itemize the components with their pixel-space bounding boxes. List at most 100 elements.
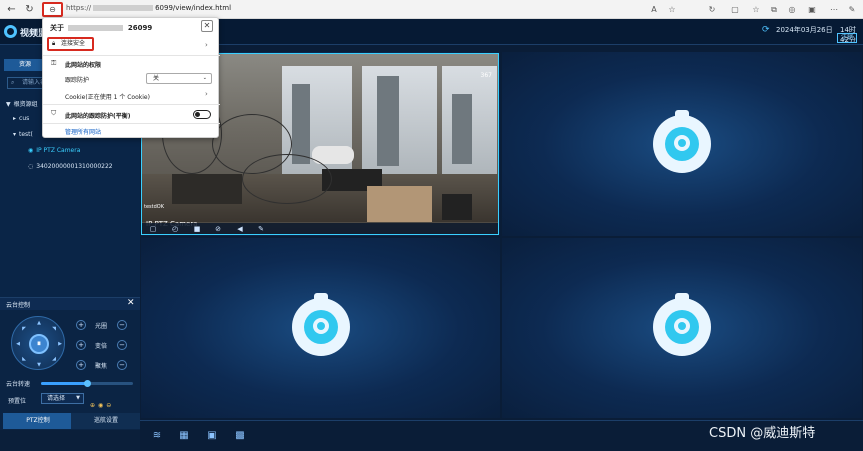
tab-cruise-settings[interactable]: 巡航设置 bbox=[71, 413, 141, 429]
tree-item-group[interactable]: ▸ cus bbox=[13, 115, 29, 122]
iris-plus-button[interactable]: + bbox=[76, 320, 86, 330]
collections-icon[interactable]: ⧉ bbox=[768, 4, 780, 16]
folder-icon: ▸ bbox=[13, 115, 17, 122]
video-image bbox=[442, 194, 472, 220]
video-image bbox=[377, 76, 399, 166]
chevron-right-icon[interactable]: › bbox=[205, 90, 208, 98]
tree-item-group[interactable]: ▾ test( bbox=[13, 131, 33, 138]
back-icon[interactable]: ← bbox=[5, 3, 18, 16]
tree-item-camera[interactable]: ◉ IP PTZ Camera bbox=[28, 147, 80, 154]
iris-minus-button[interactable]: − bbox=[117, 320, 127, 330]
site-info-button[interactable]: ⊖ bbox=[42, 2, 63, 17]
divider bbox=[43, 123, 220, 124]
close-icon[interactable]: ✕ bbox=[127, 298, 135, 309]
more-icon[interactable]: ⋯ bbox=[828, 4, 840, 16]
tree-label: 根资源组 bbox=[13, 101, 38, 108]
down-left-arrow-icon[interactable]: ◣ bbox=[21, 356, 27, 362]
extension-icon[interactable]: ↻ bbox=[706, 4, 718, 16]
tree-item-camera[interactable]: ◌ 34020000001310000222 bbox=[28, 163, 113, 170]
ptz-title: 云台控制 bbox=[6, 302, 31, 309]
speed-slider[interactable] bbox=[41, 380, 133, 387]
url-path: 6099/view/index.html bbox=[155, 4, 232, 12]
multi-grid-icon[interactable]: ▩ bbox=[234, 430, 246, 442]
up-arrow-icon[interactable]: ▲ bbox=[36, 320, 42, 326]
video-image bbox=[452, 94, 472, 164]
divider bbox=[43, 55, 220, 56]
favorites-icon[interactable]: ☆ bbox=[750, 4, 762, 16]
logout-button[interactable]: 注销 bbox=[837, 33, 857, 43]
popup-title-suffix: 26099 bbox=[127, 24, 153, 32]
down-arrow-icon[interactable]: ▼ bbox=[36, 362, 42, 368]
focus-minus-button[interactable]: − bbox=[117, 360, 127, 370]
camera-offline-icon: ◌ bbox=[28, 163, 34, 170]
ptz-joystick[interactable]: ▲ ▼ ◀ ▶ ◤ ◥ ◣ ◢ ⏸ bbox=[11, 316, 65, 370]
tree-item-root[interactable]: ▼ 根资源组 bbox=[6, 99, 38, 108]
audio-icon[interactable]: ◀ bbox=[235, 225, 245, 234]
screenshot-icon[interactable]: ▣ bbox=[806, 4, 818, 16]
address-bar[interactable]: https:// 6099/view/index.html bbox=[66, 4, 231, 12]
record-icon[interactable]: ■ bbox=[192, 225, 202, 234]
playback-icon[interactable]: ◴ bbox=[170, 225, 180, 234]
focus-label: 聚焦 bbox=[95, 363, 108, 370]
video-image bbox=[367, 186, 432, 222]
talk-icon[interactable]: ✎ bbox=[256, 225, 266, 234]
layers-icon[interactable]: ≋ bbox=[151, 430, 163, 442]
split-screen-icon[interactable]: ▢ bbox=[729, 4, 741, 16]
left-arrow-icon[interactable]: ◀ bbox=[15, 341, 21, 347]
tracking-toggle[interactable] bbox=[193, 110, 211, 119]
tracking-icon: ⛉ bbox=[51, 109, 57, 117]
video-cell[interactable] bbox=[502, 52, 862, 236]
tracking-select[interactable]: 关 ⌄ bbox=[146, 73, 212, 84]
snapshot-icon[interactable]: ⊘ bbox=[213, 225, 223, 234]
zoom-control: + 变倍 − bbox=[76, 340, 132, 350]
redacted-host bbox=[93, 5, 154, 11]
video-cell[interactable] bbox=[141, 238, 500, 418]
stop-icon[interactable]: ▢ bbox=[148, 225, 158, 234]
url-prefix: https:// bbox=[66, 4, 92, 12]
tracking-toggle-label: 此网站的跟踪防护(平衡) bbox=[65, 113, 131, 120]
grid-layout-icon[interactable]: ▦ bbox=[178, 430, 190, 442]
toggle-knob bbox=[195, 112, 200, 117]
down-right-arrow-icon[interactable]: ◢ bbox=[51, 356, 57, 362]
tab-resources[interactable]: 资源 bbox=[4, 59, 46, 71]
zoom-minus-button[interactable]: − bbox=[117, 340, 127, 350]
connection-secure-item[interactable]: 🔒︎ 连接安全 bbox=[47, 37, 94, 51]
read-aloud-icon[interactable]: A bbox=[648, 4, 660, 16]
pause-button[interactable]: ⏸ bbox=[29, 334, 49, 354]
video-osd-label: testdOK bbox=[144, 204, 164, 210]
tree-label: test( bbox=[19, 131, 33, 138]
preset-label: 预置位 bbox=[8, 398, 27, 405]
tracking-label: 跟踪防护 bbox=[65, 77, 90, 84]
right-arrow-icon[interactable]: ▶ bbox=[57, 341, 63, 347]
copilot-icon[interactable]: ✎ bbox=[846, 4, 858, 16]
speed-slider-handle[interactable] bbox=[83, 380, 91, 387]
video-cell[interactable] bbox=[502, 238, 862, 418]
up-right-arrow-icon[interactable]: ◥ bbox=[51, 326, 57, 332]
logo-icon bbox=[4, 25, 17, 38]
video-image bbox=[362, 66, 437, 176]
cookies-item[interactable]: Cookie(正在使用 1 个 Cookie) bbox=[65, 92, 150, 101]
preset-action-icons[interactable]: ⊕◉⊖ bbox=[90, 402, 114, 409]
sync-icon[interactable]: ⟳ bbox=[762, 25, 770, 35]
tab-ptz-control[interactable]: PTZ控制 bbox=[3, 413, 73, 429]
browser-essentials-icon[interactable]: ◎ bbox=[786, 4, 798, 16]
preset-select[interactable]: 请选择 ▼ bbox=[41, 393, 84, 404]
refresh-icon[interactable]: ↻ bbox=[23, 3, 36, 16]
folder-icon: ▾ bbox=[13, 131, 17, 138]
permissions-heading: 此网站的权限 bbox=[65, 62, 102, 69]
lock-icon: 🔒︎ bbox=[52, 40, 56, 47]
zoom-plus-button[interactable]: + bbox=[76, 340, 86, 350]
speed-label: 云台转速 bbox=[6, 381, 31, 388]
favorite-star-icon[interactable]: ☆ bbox=[666, 4, 678, 16]
redacted-host bbox=[68, 25, 124, 31]
screenshot-root: { "browser": { "url_prefix": "https://",… bbox=[0, 0, 863, 451]
manage-sites-link[interactable]: 管理所有网站 bbox=[65, 127, 101, 136]
popup-title: 关于 26099 bbox=[50, 23, 152, 33]
focus-plus-button[interactable]: + bbox=[76, 360, 86, 370]
fullscreen-icon[interactable]: ▣ bbox=[206, 430, 218, 442]
up-left-arrow-icon[interactable]: ◤ bbox=[21, 326, 27, 332]
ptz-panel: 云台控制 ✕ ▲ ▼ ◀ ▶ ◤ ◥ ◣ ◢ ⏸ + 光圈 − + 变倍 − +… bbox=[0, 297, 141, 430]
camera-placeholder-icon bbox=[653, 110, 711, 173]
close-icon[interactable]: ✕ bbox=[201, 20, 213, 32]
chevron-right-icon[interactable]: › bbox=[205, 41, 208, 49]
